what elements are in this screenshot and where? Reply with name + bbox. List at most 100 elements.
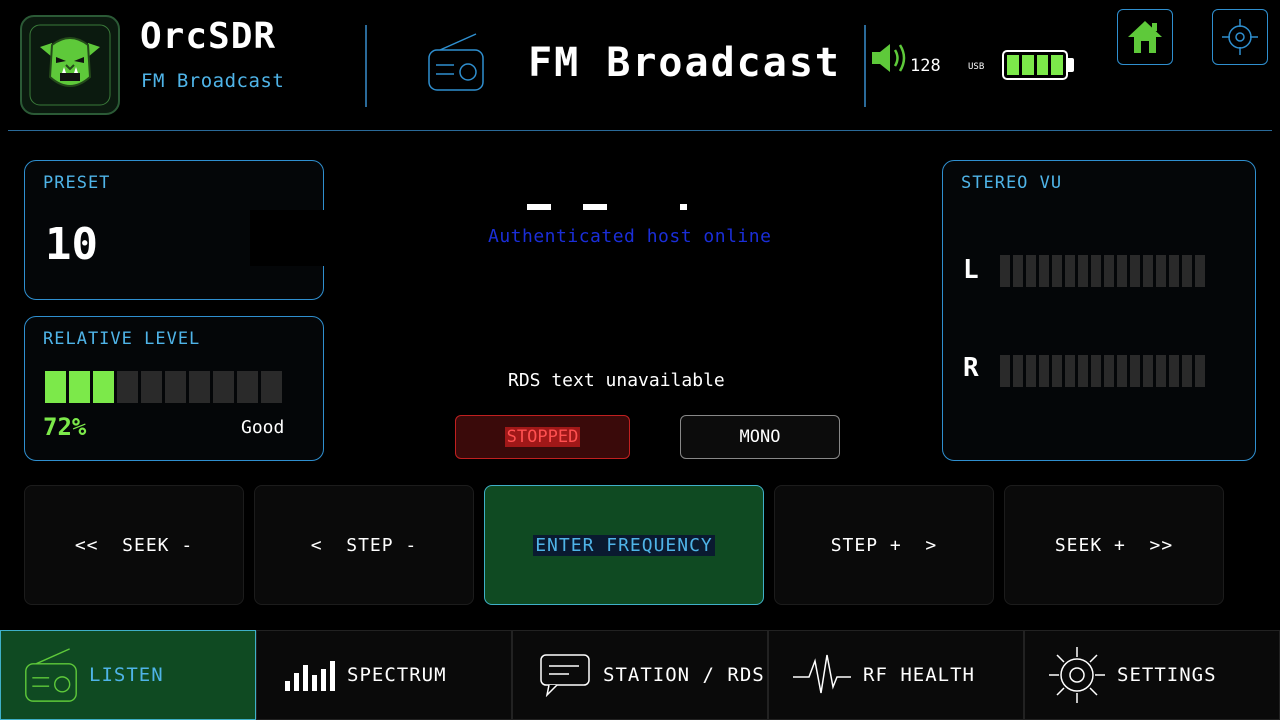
vu-segment xyxy=(1104,355,1114,387)
relative-level-label: RELATIVE LEVEL xyxy=(43,329,201,349)
nav-tab-label: SPECTRUM xyxy=(347,664,447,686)
vu-segment xyxy=(1182,255,1192,287)
locate-button[interactable] xyxy=(1212,9,1268,65)
usb-label: USB xyxy=(968,62,985,72)
vu-right-label: R xyxy=(963,353,979,383)
vu-segment xyxy=(1078,255,1088,287)
vu-segment xyxy=(1156,355,1166,387)
nav-tab-label: STATION / RDS xyxy=(603,664,765,686)
vu-segment xyxy=(1104,255,1114,287)
vu-segment xyxy=(1000,255,1010,287)
nav-tab-label: RF HEALTH xyxy=(863,664,975,686)
header-divider xyxy=(365,25,367,107)
vu-segment xyxy=(1143,355,1153,387)
vu-segment xyxy=(1026,355,1036,387)
enter-frequency-label: ENTER FREQUENCY xyxy=(533,534,715,556)
battery-indicator xyxy=(1002,50,1068,80)
stereo-mode-label: MONO xyxy=(739,427,781,447)
level-segment xyxy=(213,371,234,403)
level-segment xyxy=(261,371,282,403)
mode-title: FM Broadcast xyxy=(528,40,841,86)
playback-status-badge: STOPPED xyxy=(455,415,630,459)
level-segment xyxy=(117,371,138,403)
vu-segment xyxy=(1065,355,1075,387)
seek-down-button[interactable]: << SEEK - xyxy=(24,485,244,605)
vu-segment xyxy=(1078,355,1088,387)
preset-label: PRESET xyxy=(43,173,111,193)
vu-segment xyxy=(1065,255,1075,287)
gear-icon xyxy=(1047,645,1107,705)
vu-segment xyxy=(1039,255,1049,287)
app-logo xyxy=(20,15,120,115)
vu-segment xyxy=(1052,355,1062,387)
vu-segment xyxy=(1195,355,1205,387)
level-segment xyxy=(165,371,186,403)
rds-text: RDS text unavailable xyxy=(508,370,725,391)
level-segment xyxy=(69,371,90,403)
level-segment xyxy=(237,371,258,403)
vu-segment xyxy=(1117,255,1127,287)
nav-tab-label: SETTINGS xyxy=(1117,664,1217,686)
stereo-vu-label: STEREO VU xyxy=(961,173,1063,193)
vu-segment xyxy=(1195,255,1205,287)
relative-level-panel: RELATIVE LEVEL 72% Good xyxy=(24,316,324,461)
level-segment xyxy=(45,371,66,403)
mask-block xyxy=(250,210,325,266)
step-down-button[interactable]: < STEP - xyxy=(254,485,474,605)
vu-segment xyxy=(1026,255,1036,287)
level-segment xyxy=(189,371,210,403)
relative-level-meter xyxy=(45,371,282,403)
nav-tab-station-rds[interactable]: STATION / RDS xyxy=(512,630,768,720)
step-down-label: < STEP - xyxy=(310,534,418,556)
nav-tab-spectrum[interactable]: SPECTRUM xyxy=(256,630,512,720)
message-icon xyxy=(539,653,593,697)
level-segment xyxy=(93,371,114,403)
nav-tab-rf-health[interactable]: RF HEALTH xyxy=(768,630,1024,720)
vu-segment xyxy=(1130,255,1140,287)
relative-level-quality: Good xyxy=(241,417,285,438)
step-up-button[interactable]: STEP + > xyxy=(774,485,994,605)
enter-frequency-button[interactable]: ENTER FREQUENCY xyxy=(484,485,764,605)
stereo-mode-badge[interactable]: MONO xyxy=(680,415,840,459)
seek-up-button[interactable]: SEEK + >> xyxy=(1004,485,1224,605)
vu-segment xyxy=(1130,355,1140,387)
step-up-label: STEP + > xyxy=(830,534,938,556)
vu-segment xyxy=(1013,255,1023,287)
vu-segment xyxy=(1052,255,1062,287)
playback-status-label: STOPPED xyxy=(504,427,581,447)
level-segment xyxy=(141,371,162,403)
seek-up-label: SEEK + >> xyxy=(1054,534,1174,556)
bars-icon xyxy=(283,659,337,691)
vu-right-meter xyxy=(1000,355,1205,387)
volume-value: 128 xyxy=(910,56,941,76)
vu-segment xyxy=(1000,355,1010,387)
app-title: OrcSDR xyxy=(140,16,277,57)
frequency-display xyxy=(520,190,700,220)
app-subtitle: FM Broadcast xyxy=(141,70,285,92)
vu-segment xyxy=(1156,255,1166,287)
auth-status-text: Authenticated host online xyxy=(488,226,772,247)
vu-segment xyxy=(1182,355,1192,387)
header-separator xyxy=(8,130,1272,131)
seek-down-label: << SEEK - xyxy=(74,534,194,556)
nav-tab-label: LISTEN xyxy=(89,664,164,686)
volume-icon[interactable] xyxy=(870,40,910,80)
pulse-icon xyxy=(791,653,853,697)
home-icon xyxy=(1128,21,1162,53)
vu-left-label: L xyxy=(963,255,979,285)
vu-segment xyxy=(1013,355,1023,387)
vu-segment xyxy=(1091,355,1101,387)
vu-segment xyxy=(1117,355,1127,387)
home-button[interactable] xyxy=(1117,9,1173,65)
radio-icon xyxy=(426,32,486,96)
radio-icon xyxy=(23,647,79,703)
vu-left-meter xyxy=(1000,255,1205,287)
battery-tip xyxy=(1068,58,1074,72)
vu-segment xyxy=(1169,255,1179,287)
orc-logo-icon xyxy=(29,24,111,106)
vu-segment xyxy=(1039,355,1049,387)
vu-segment xyxy=(1143,255,1153,287)
vu-segment xyxy=(1169,355,1179,387)
nav-tab-settings[interactable]: SETTINGS xyxy=(1024,630,1280,720)
nav-tab-listen[interactable]: LISTEN xyxy=(0,630,256,720)
